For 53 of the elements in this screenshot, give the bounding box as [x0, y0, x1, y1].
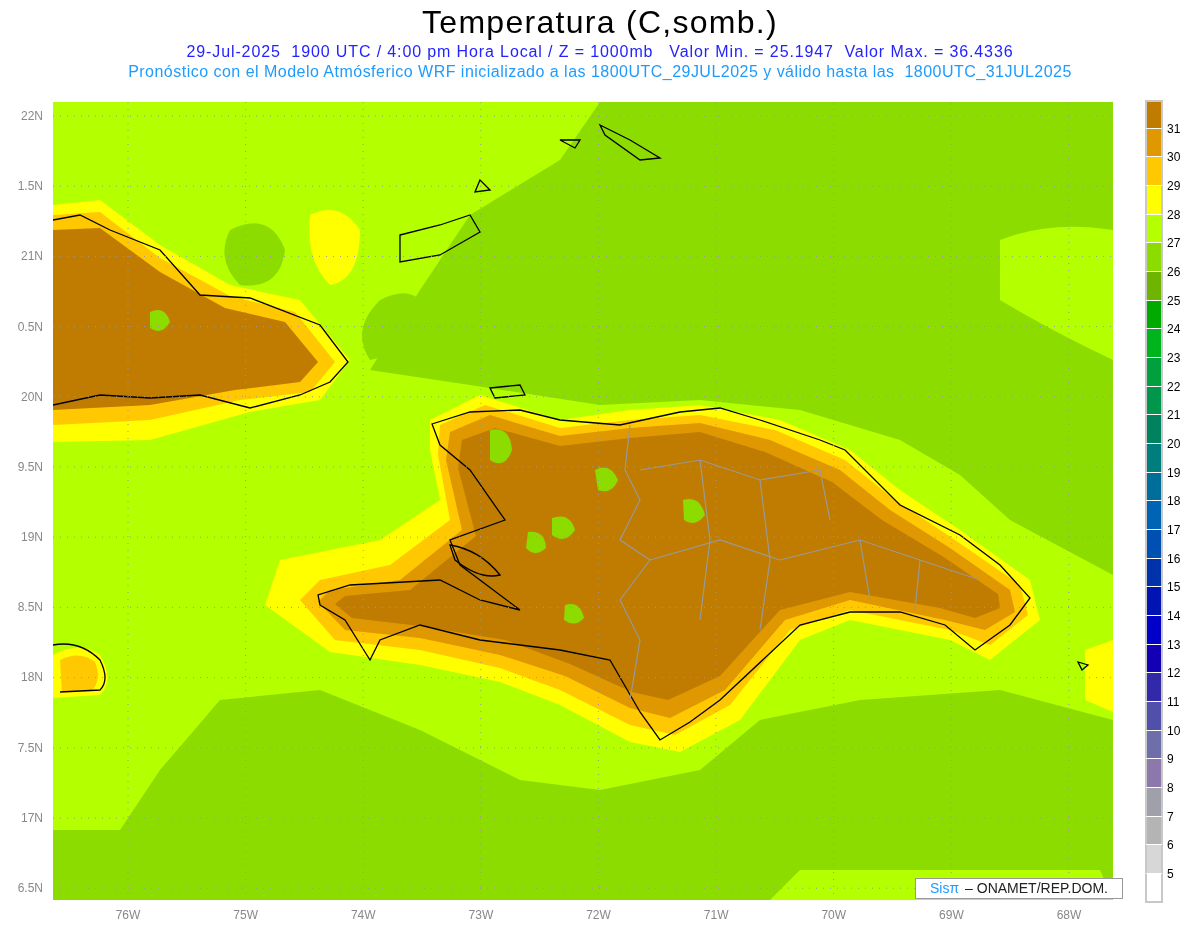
colorbar-label: 19: [1167, 464, 1181, 482]
colorbar-label: 13: [1167, 636, 1181, 654]
chart-subtitle: 29-Jul-2025 1900 UTC / 4:00 pm Hora Local / Z = 1000mb Valor Min. = 25.1947 Valor Max. = 36.4336: [186, 42, 1014, 62]
latitude-label: 18N: [21, 670, 43, 685]
colorbar-label: 27: [1167, 235, 1181, 253]
latitude-label: 7.5N: [17, 740, 43, 755]
colorbar-label: 18: [1167, 493, 1181, 511]
longitude-label: 71W: [702, 906, 730, 924]
longitude-label: 75W: [232, 906, 259, 924]
longitude-label: 72W: [585, 906, 612, 924]
latitude-label: 22N: [21, 109, 43, 123]
colorbar-label: 12: [1167, 665, 1181, 683]
colorbar-label: 29: [1167, 178, 1181, 195]
colorbar-label: 21: [1167, 407, 1181, 425]
colorbar-label: 17: [1167, 522, 1181, 540]
colorbar-label: 28: [1167, 206, 1181, 224]
colorbar-label: 10: [1167, 722, 1181, 740]
longitude-label: 69W: [938, 906, 965, 924]
colorbar-label: 22: [1167, 378, 1181, 396]
colorbar-label: 8: [1167, 780, 1175, 798]
colorbar-label: 6: [1167, 837, 1175, 855]
latitude-label: 1.5N: [17, 179, 43, 194]
latitude-label: 21N: [21, 249, 43, 264]
latitude-label: 20N: [21, 389, 43, 404]
colorbar-label: 9: [1167, 751, 1175, 769]
colorbar-label: 31: [1167, 120, 1181, 138]
latitude-label: 19N: [21, 530, 43, 545]
colorbar-label: 24: [1167, 321, 1181, 339]
latitude-label: 6.5N: [17, 880, 43, 895]
latitude-label: 17N: [21, 810, 43, 825]
latitude-label: 0.5N: [17, 319, 43, 334]
colorbar-label: 5: [1167, 866, 1175, 884]
colorbar-label: 7: [1167, 808, 1175, 826]
longitude-label: 74W: [349, 906, 377, 924]
chart-title: Temperatura (C,somb.): [422, 3, 778, 42]
longitude-label: 70W: [820, 906, 848, 924]
colorbar-label: 11: [1167, 694, 1181, 712]
latitude-label: 9.5N: [17, 459, 43, 474]
colorbar-label: 20: [1167, 436, 1181, 454]
latitude-label: 8.5N: [17, 600, 43, 615]
colorbar-label: 14: [1167, 608, 1181, 626]
colorbar-label: 25: [1167, 292, 1181, 310]
colorbar-label: 16: [1167, 550, 1181, 568]
forecast-note: Pronóstico con el Modelo Atmósferico WRF inicializado a las 1800UTC_29JUL2025 y válido hasta las 1800UTC_31JUL2025: [128, 62, 1072, 82]
colorbar-label: 23: [1167, 350, 1181, 368]
colorbar-label: 30: [1167, 149, 1181, 167]
longitude-label: 68W: [1055, 906, 1083, 924]
colorbar-label: 26: [1167, 264, 1181, 281]
credit-text: – ONAMET/REP.DOM.: [965, 879, 1108, 898]
logo-text: Sisπ: [930, 879, 960, 898]
longitude-label: 76W: [114, 906, 142, 924]
longitude-label: 73W: [467, 906, 495, 924]
colorbar-label: 15: [1167, 579, 1181, 597]
